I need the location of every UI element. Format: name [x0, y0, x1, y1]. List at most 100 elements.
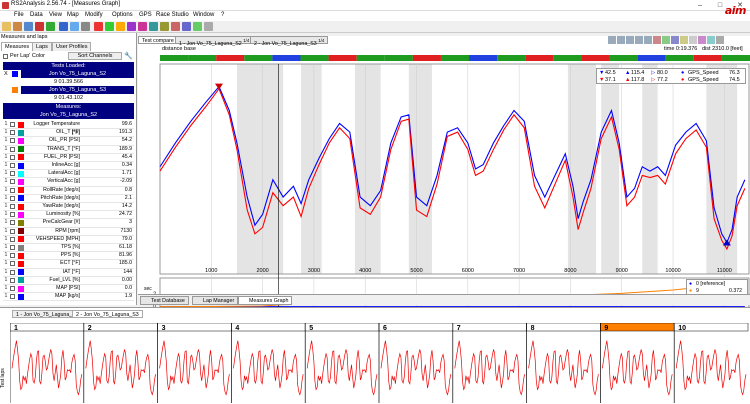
- measure-color-swatch[interactable]: [18, 228, 24, 235]
- tab-measures[interactable]: Measures: [1, 42, 34, 51]
- tab-test-1[interactable]: 1 - Jon Vo_75_Laguna_S2 1/4: [175, 36, 254, 47]
- measure-color-swatch[interactable]: [18, 121, 24, 128]
- settings-icon[interactable]: [81, 22, 90, 31]
- measure-color-swatch[interactable]: [18, 162, 24, 169]
- measure-color-swatch[interactable]: [18, 170, 24, 177]
- math-icon[interactable]: [193, 22, 202, 31]
- info-icon[interactable]: [204, 22, 213, 31]
- menu-window[interactable]: Window: [193, 12, 214, 18]
- pan-right-icon[interactable]: [635, 36, 643, 44]
- menu-data[interactable]: Data: [30, 12, 43, 18]
- menu-view[interactable]: View: [49, 12, 62, 18]
- marker-icon[interactable]: [680, 36, 688, 44]
- tab-laps[interactable]: Laps: [32, 42, 52, 51]
- measure-color-swatch[interactable]: [18, 137, 24, 144]
- layout-icon[interactable]: [671, 36, 679, 44]
- measure-checkbox[interactable]: [10, 277, 15, 283]
- menu-modify[interactable]: Modify: [85, 12, 103, 18]
- measure-color-swatch[interactable]: [18, 244, 24, 251]
- grid-icon[interactable]: [689, 36, 697, 44]
- measure-checkbox[interactable]: [10, 179, 15, 185]
- legend-row[interactable]: ▼ 42.5 ▲ 115.4 ▷ 80.0 ● GPS_Speed 76.3: [597, 70, 745, 77]
- cursor-icon[interactable]: [653, 36, 661, 44]
- legend-row[interactable]: ▼ 37.1 ▲ 117.8 ▷ 77.2 ● GPS_Speed 74.5: [597, 77, 745, 84]
- test-close-mark[interactable]: X: [4, 70, 8, 78]
- save-icon[interactable]: [24, 22, 33, 31]
- tab-test-compare[interactable]: Test compare: [138, 36, 178, 44]
- speed-chart[interactable]: 1000 2000 3000 4000 5000 6000 7000 8000 9000 1000…: [138, 52, 750, 314]
- measure-checkbox[interactable]: [10, 204, 15, 209]
- fit-icon[interactable]: [644, 36, 652, 44]
- map-icon[interactable]: [105, 22, 114, 31]
- measure-checkbox[interactable]: [10, 269, 15, 275]
- measure-checkbox[interactable]: [10, 130, 15, 136]
- pan-left-icon[interactable]: [626, 36, 634, 44]
- measure-color-swatch[interactable]: [18, 178, 24, 185]
- measure-color-swatch[interactable]: [18, 146, 24, 153]
- test-row[interactable]: Jon Vo_75_Laguna_S3: [3, 86, 134, 94]
- menu-race-studio[interactable]: Race Studio: [156, 12, 189, 18]
- measure-checkbox[interactable]: [10, 220, 15, 226]
- tab-lower-test-2[interactable]: 2 - Jon Vo_75_Laguna_S3: [72, 310, 143, 318]
- measure-checkbox[interactable]: [10, 122, 15, 127]
- measure-color-swatch[interactable]: [18, 219, 24, 226]
- measure-icon[interactable]: [662, 36, 670, 44]
- measure-color-swatch[interactable]: [18, 203, 24, 210]
- import-icon[interactable]: [46, 22, 55, 31]
- folder-icon[interactable]: [13, 22, 22, 31]
- menu-file[interactable]: File: [14, 12, 24, 18]
- zoom-in-icon[interactable]: [608, 36, 616, 44]
- measure-color-swatch[interactable]: [18, 195, 24, 202]
- measure-checkbox[interactable]: [10, 163, 15, 168]
- minimize-button[interactable]: –: [690, 0, 710, 11]
- measure-checkbox[interactable]: [10, 138, 15, 144]
- menu-options[interactable]: Options: [112, 12, 133, 18]
- graph-icon[interactable]: [94, 22, 103, 31]
- measure-checkbox[interactable]: [10, 212, 15, 218]
- zoom-out-icon[interactable]: [617, 36, 625, 44]
- laps-strip[interactable]: 1 2 3 4 5 6 7 8 9 10: [10, 323, 750, 403]
- measure-checkbox[interactable]: [10, 154, 15, 160]
- measure-checkbox[interactable]: [10, 286, 15, 291]
- print-graph-icon[interactable]: [716, 36, 724, 44]
- wrench-icon[interactable]: 🔧: [124, 52, 133, 60]
- histogram-icon[interactable]: [116, 22, 125, 31]
- print-icon[interactable]: [70, 22, 79, 31]
- measure-checkbox[interactable]: [10, 261, 15, 267]
- measure-checkbox[interactable]: [10, 253, 15, 259]
- delete-icon[interactable]: [35, 22, 44, 31]
- test-row[interactable]: X Jon Vo_75_Laguna_S2: [3, 70, 134, 78]
- measure-checkbox[interactable]: [10, 228, 15, 234]
- video-icon[interactable]: [182, 22, 191, 31]
- tab-user-profiles[interactable]: User Profiles: [52, 42, 92, 51]
- color-icon[interactable]: [698, 36, 706, 44]
- tab-test-2[interactable]: 2 - Jon Vo_75_Laguna_S3 1/4: [250, 36, 329, 47]
- measure-color-swatch[interactable]: [18, 187, 24, 194]
- report-icon[interactable]: [171, 22, 180, 31]
- measure-checkbox[interactable]: [10, 245, 15, 250]
- sort-channels-button[interactable]: Sort Channels: [68, 52, 122, 60]
- measure-color-swatch[interactable]: [18, 293, 24, 300]
- split-icon[interactable]: [127, 22, 136, 31]
- open-icon[interactable]: [2, 22, 11, 31]
- tab-lap-manager[interactable]: Lap Manager: [192, 296, 239, 305]
- measure-color-swatch[interactable]: [18, 260, 24, 267]
- measure-checkbox[interactable]: [10, 236, 15, 242]
- measure-color-swatch[interactable]: [18, 211, 24, 218]
- track-icon[interactable]: [160, 22, 169, 31]
- measure-row[interactable]: 1 MAP [kg/s] 1.9: [3, 292, 134, 302]
- measure-color-swatch[interactable]: [18, 154, 24, 161]
- measure-color-swatch[interactable]: [18, 252, 24, 259]
- menu-help[interactable]: ?: [221, 12, 224, 18]
- measure-color-swatch[interactable]: [18, 236, 24, 243]
- measure-color-swatch[interactable]: [18, 285, 24, 292]
- measure-checkbox[interactable]: [10, 171, 15, 177]
- measure-color-swatch[interactable]: [18, 129, 24, 136]
- download-icon[interactable]: [59, 22, 68, 31]
- tab-test-database[interactable]: Test Database: [140, 296, 189, 305]
- measure-checkbox[interactable]: [10, 294, 15, 300]
- measure-checkbox[interactable]: [10, 146, 15, 152]
- options-icon[interactable]: [707, 36, 715, 44]
- channels-icon[interactable]: [138, 22, 147, 31]
- measure-checkbox[interactable]: [10, 187, 15, 193]
